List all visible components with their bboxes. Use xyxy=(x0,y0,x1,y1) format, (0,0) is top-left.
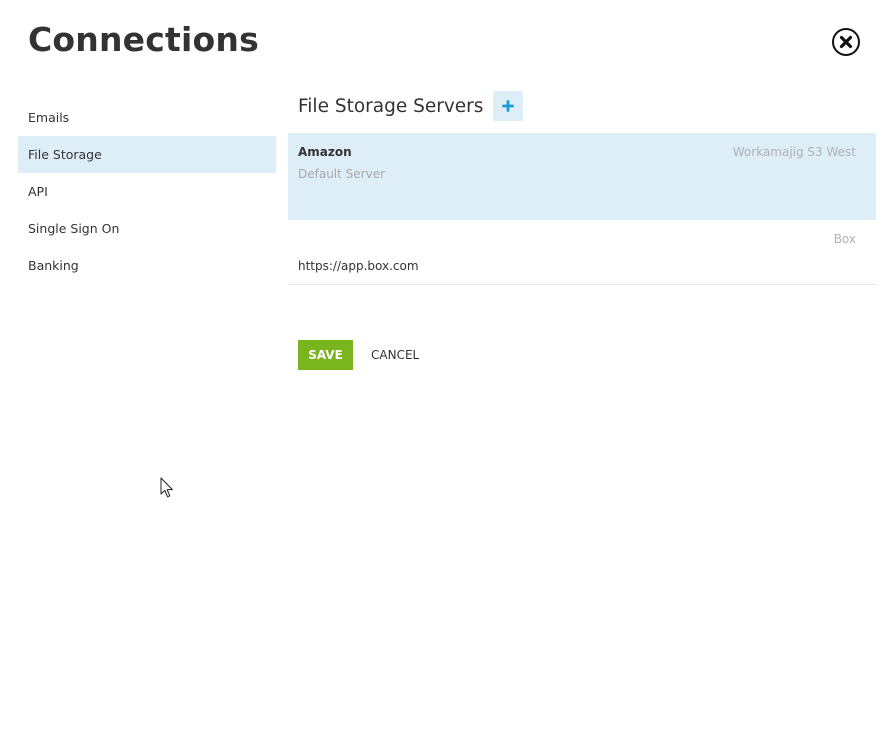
add-server-button[interactable] xyxy=(493,91,523,121)
plus-icon xyxy=(502,97,514,116)
server-type: Workamajig S3 West xyxy=(732,145,856,159)
form-actions: SAVE CANCEL xyxy=(298,340,419,370)
save-button[interactable]: SAVE xyxy=(298,340,353,370)
server-row-box[interactable]: Box https://app.box.com xyxy=(288,220,876,285)
close-button[interactable] xyxy=(832,28,860,56)
sidebar-item-api[interactable]: API xyxy=(18,173,276,210)
server-name: Amazon xyxy=(298,145,352,159)
close-icon xyxy=(839,35,853,49)
sidebar-item-banking[interactable]: Banking xyxy=(18,247,276,284)
server-list: Amazon Default Server Workamajig S3 West… xyxy=(288,133,876,285)
sidebar-nav: Emails File Storage API Single Sign On B… xyxy=(18,99,276,284)
section-title: File Storage Servers xyxy=(298,96,484,117)
server-subtitle: Default Server xyxy=(298,167,386,181)
sidebar-item-emails[interactable]: Emails xyxy=(18,99,276,136)
sidebar-item-single-sign-on[interactable]: Single Sign On xyxy=(18,210,276,247)
server-url: https://app.box.com xyxy=(298,259,419,273)
server-row-amazon[interactable]: Amazon Default Server Workamajig S3 West xyxy=(288,133,876,220)
cancel-button[interactable]: CANCEL xyxy=(371,340,419,370)
page-title: Connections xyxy=(28,20,259,59)
sidebar-item-file-storage[interactable]: File Storage xyxy=(18,136,276,173)
server-type: Box xyxy=(833,232,856,246)
mouse-cursor-icon xyxy=(160,477,174,503)
